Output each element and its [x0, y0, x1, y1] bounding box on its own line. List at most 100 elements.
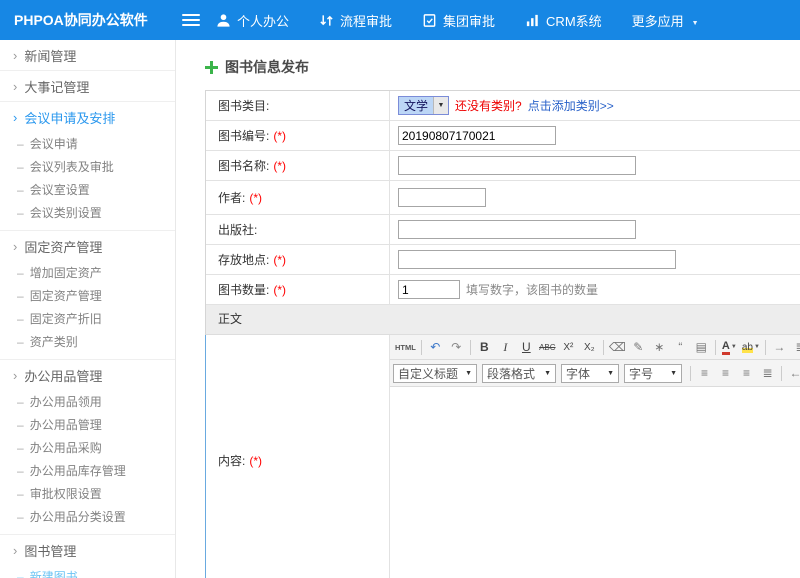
align-center-icon[interactable]: ≡ [715, 363, 736, 383]
superscript-icon[interactable]: X² [558, 337, 579, 357]
user-icon [216, 13, 231, 28]
remove-format-icon[interactable]: ⌫ [607, 337, 628, 357]
main-content: 图书信息发布 图书类目: 文学 还没有类别? 点击添加类别>> 图书编号: (*… [177, 40, 800, 578]
sidebar-group-news[interactable]: 新闻管理 [0, 40, 175, 70]
strikethrough-icon[interactable]: ABC [537, 337, 558, 357]
sidebar-item-meeting-apply[interactable]: 会议申请 [0, 132, 175, 155]
sidebar-item-supplies-category[interactable]: 办公用品分类设置 [0, 505, 175, 528]
book-name-input[interactable] [398, 156, 636, 175]
align-right-icon[interactable]: ≡ [736, 363, 757, 383]
menu-icon[interactable] [182, 14, 200, 26]
quantity-hint: 填写数字，该图书的数量 [466, 281, 598, 298]
font-color-button[interactable]: A [719, 337, 740, 357]
form-row-location: 存放地点: (*) [206, 245, 800, 275]
toolbar-separator [765, 340, 766, 355]
nav-crm[interactable]: CRM系统 [525, 11, 602, 30]
chevron-down-icon [754, 344, 760, 350]
editor-content[interactable] [390, 387, 800, 578]
sidebar-item-asset-category[interactable]: 资产类别 [0, 330, 175, 353]
sidebar-group-label: 大事记管理 [24, 77, 89, 96]
chevron-right-icon [13, 543, 17, 558]
required-mark: (*) [273, 283, 286, 297]
nav-process-approval[interactable]: 流程审批 [319, 11, 392, 30]
sidebar-item-supplies-manage[interactable]: 办公用品管理 [0, 413, 175, 436]
redo-icon[interactable]: ↷ [446, 337, 467, 357]
field-label: 内容: (*) [206, 335, 390, 578]
nav-group-approval[interactable]: 集团审批 [422, 11, 495, 30]
sidebar-item-asset-manage[interactable]: 固定资产管理 [0, 284, 175, 307]
sidebar-item-asset-depreciation[interactable]: 固定资产折旧 [0, 307, 175, 330]
form-row-author: 作者: (*) [206, 181, 800, 215]
location-input[interactable] [398, 250, 676, 269]
sidebar-group-assets[interactable]: 固定资产管理 [0, 231, 175, 261]
sidebar-group-meetings[interactable]: 会议申请及安排 [0, 102, 175, 132]
paragraph-format-select[interactable]: 段落格式 [482, 364, 556, 383]
author-input[interactable] [398, 188, 486, 207]
template-icon[interactable]: ▤ [691, 337, 712, 357]
field-label: 作者: (*) [206, 181, 390, 214]
nav-personal-office[interactable]: 个人办公 [216, 11, 289, 30]
align-left-icon[interactable]: ≡ [694, 363, 715, 383]
nav-more-apps[interactable]: 更多应用 [632, 11, 699, 30]
dash-icon [17, 289, 24, 303]
chevron-right-icon [13, 110, 17, 125]
app-logo: PHPOA协同办公软件 [0, 10, 176, 30]
dash-icon [17, 335, 24, 349]
sidebar: 新闻管理 大事记管理 会议申请及安排 会议申请 会议列表及审批 会议室设置 会议… [0, 40, 176, 578]
heading-select[interactable]: 自定义标题 [393, 364, 477, 383]
sidebar-group-events[interactable]: 大事记管理 [0, 71, 175, 101]
sidebar-item-asset-add[interactable]: 增加固定资产 [0, 261, 175, 284]
quantity-input[interactable] [398, 280, 460, 299]
chevron-down-icon [544, 370, 551, 377]
sidebar-item-book-new[interactable]: 新建图书 [0, 565, 175, 578]
blockquote-icon[interactable]: “ [670, 337, 691, 357]
form-row-quantity: 图书数量: (*) 填写数字，该图书的数量 [206, 275, 800, 305]
book-no-input[interactable] [398, 126, 556, 145]
book-form: 图书类目: 文学 还没有类别? 点击添加类别>> 图书编号: (*) [205, 90, 800, 578]
ordered-list-icon[interactable]: ≣ [790, 337, 800, 357]
subscript-icon[interactable]: X₂ [579, 337, 600, 357]
add-category-link[interactable]: 点击添加类别>> [528, 97, 614, 114]
dash-icon [17, 570, 24, 578]
dash-icon [17, 266, 24, 280]
chevron-down-icon [670, 370, 677, 377]
bold-icon[interactable]: B [474, 337, 495, 357]
chevron-right-icon [13, 239, 17, 254]
sidebar-group-books[interactable]: 图书管理 [0, 535, 175, 565]
font-size-select[interactable]: 字号 [624, 364, 682, 383]
label-text: 出版社: [218, 221, 257, 238]
sidebar-group: 图书管理 新建图书 图书管理 [0, 535, 175, 578]
indent-icon[interactable]: → [769, 337, 790, 357]
sidebar-item-supplies-inventory[interactable]: 办公用品库存管理 [0, 459, 175, 482]
html-source-button[interactable]: HTML [393, 337, 418, 357]
field-label: 图书类目: [206, 91, 390, 120]
font-family-select[interactable]: 字体 [561, 364, 619, 383]
underline-icon[interactable]: U [516, 337, 537, 357]
italic-icon[interactable]: I [495, 337, 516, 357]
required-mark: (*) [249, 454, 262, 468]
sidebar-item-supplies-claim[interactable]: 办公用品领用 [0, 390, 175, 413]
editor-toolbar-2: 自定义标题 段落格式 字体 字号 [390, 360, 800, 387]
publisher-input[interactable] [398, 220, 636, 239]
select-label: 字号 [629, 365, 653, 382]
auto-typeset-icon[interactable]: ∗ [649, 337, 670, 357]
align-justify-icon[interactable]: ≣ [757, 363, 778, 383]
required-mark: (*) [273, 253, 286, 267]
highlight-color-button[interactable]: ab [740, 337, 762, 357]
section-header-body: 正文 [206, 305, 800, 335]
sidebar-group-supplies[interactable]: 办公用品管理 [0, 360, 175, 390]
sidebar-group: 办公用品管理 办公用品领用 办公用品管理 办公用品采购 办公用品库存管理 审批权… [0, 360, 175, 535]
sidebar-item-approval-permission[interactable]: 审批权限设置 [0, 482, 175, 505]
format-brush-icon[interactable]: ✎ [628, 337, 649, 357]
undo-icon[interactable]: ↶ [425, 337, 446, 357]
outdent-icon[interactable]: ← [785, 363, 800, 383]
sidebar-item-label: 新建图书 [30, 568, 78, 578]
sidebar-item-meeting-list[interactable]: 会议列表及审批 [0, 155, 175, 178]
sidebar-item-supplies-purchase[interactable]: 办公用品采购 [0, 436, 175, 459]
sidebar-item-label: 会议申请 [30, 135, 78, 152]
font-color-icon: A [722, 340, 730, 355]
sidebar-group: 固定资产管理 增加固定资产 固定资产管理 固定资产折旧 资产类别 [0, 231, 175, 360]
sidebar-item-meeting-category[interactable]: 会议类别设置 [0, 201, 175, 224]
sidebar-item-meeting-room[interactable]: 会议室设置 [0, 178, 175, 201]
category-select[interactable]: 文学 [398, 96, 449, 115]
